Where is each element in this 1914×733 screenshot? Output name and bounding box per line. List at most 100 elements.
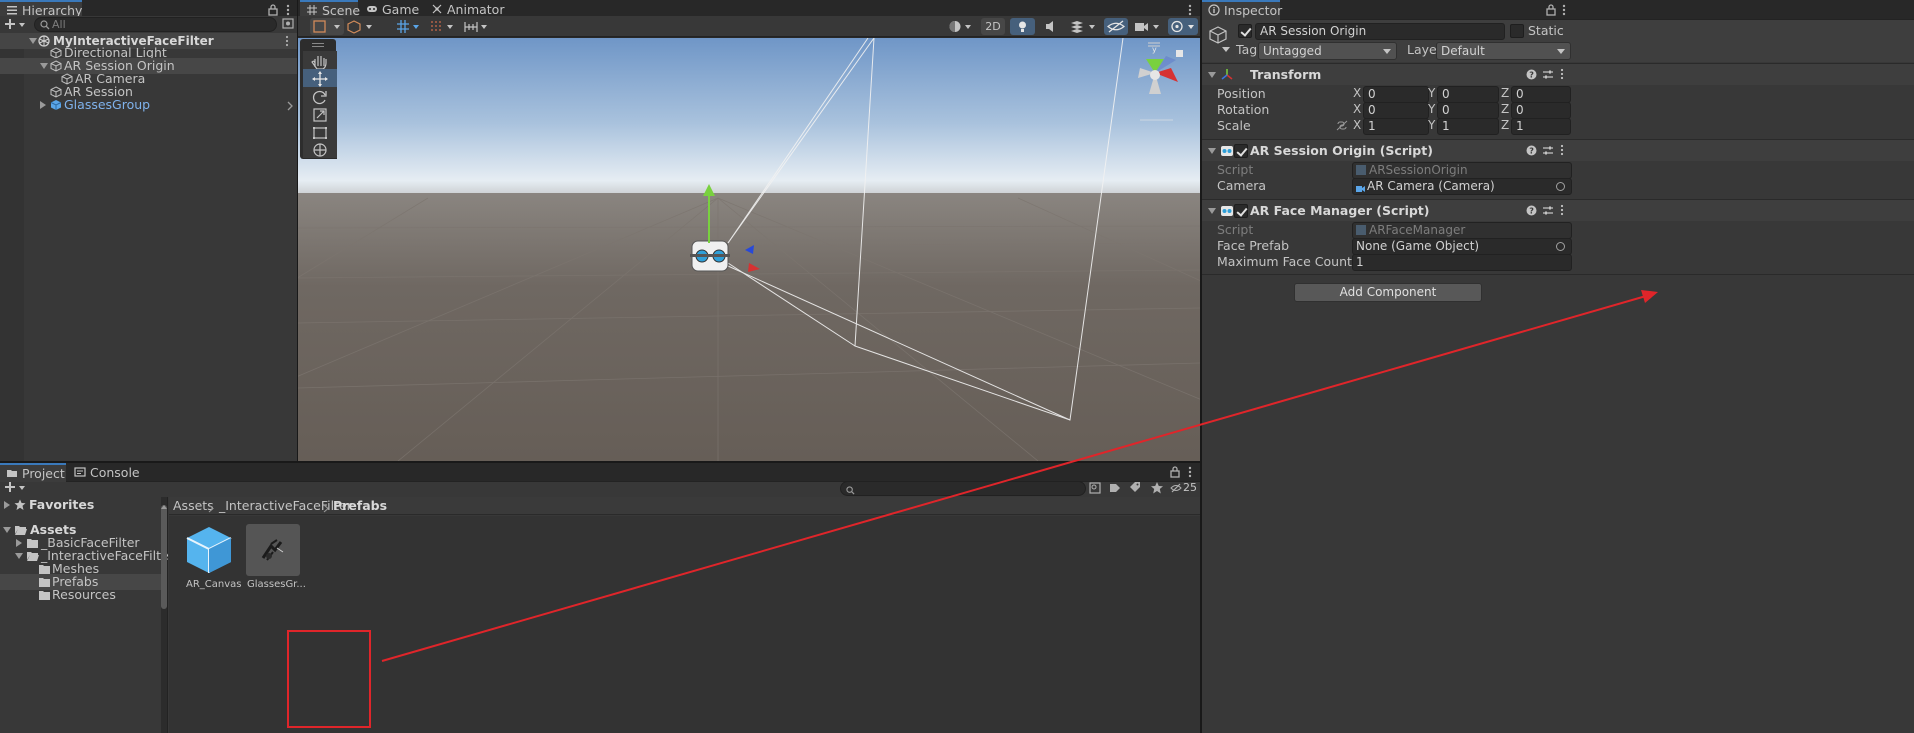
collapse-arrow-icon[interactable] <box>40 101 46 109</box>
camera-field[interactable]: AR Camera (Camera) <box>1352 178 1572 195</box>
rotate-tool-button[interactable] <box>303 87 337 107</box>
tree-scrollbar[interactable] <box>161 497 167 733</box>
scene-visibility-toggle[interactable] <box>1104 18 1128 35</box>
position-x-field[interactable]: 0 <box>1363 86 1429 103</box>
lock-icon[interactable] <box>1544 3 1558 17</box>
component-menu-icon[interactable] <box>1558 204 1566 216</box>
increment-snap-dropdown[interactable] <box>428 18 458 35</box>
asset-glasses-group[interactable]: GlassesGr... <box>246 524 306 590</box>
render-mode-dropdown[interactable] <box>946 18 976 35</box>
component-menu-icon[interactable] <box>1558 144 1566 156</box>
create-button[interactable] <box>4 17 26 31</box>
tag-dropdown[interactable]: Untagged <box>1258 42 1397 60</box>
more-options-icon[interactable] <box>1183 3 1197 17</box>
lighting-toggle[interactable] <box>1010 18 1035 35</box>
scene-viewport[interactable]: y <box>298 38 1200 461</box>
palette-handle[interactable] <box>312 43 324 47</box>
hierarchy-item-glasses-group[interactable]: GlassesGroup <box>0 97 297 113</box>
expand-arrow-icon[interactable] <box>1208 72 1216 78</box>
camera-settings-dropdown[interactable] <box>1132 18 1164 35</box>
max-face-count-label: Maximum Face Count <box>1217 254 1352 269</box>
scale-y-field[interactable]: 1 <box>1437 118 1499 135</box>
toggle-2d-button[interactable]: 2D <box>981 18 1005 35</box>
shading-dropdown[interactable] <box>346 18 376 35</box>
component-enabled-checkbox[interactable] <box>1234 144 1248 158</box>
scene-panel: Scene Game Animator 2D y <box>298 0 1200 461</box>
tag-icon[interactable] <box>1128 481 1142 495</box>
position-z-field[interactable]: 0 <box>1511 86 1571 103</box>
hand-tool-button[interactable] <box>303 51 337 71</box>
transform-header[interactable]: Transform ? <box>1202 63 1914 85</box>
lock-icon[interactable] <box>266 3 280 17</box>
audio-toggle[interactable] <box>1040 18 1064 35</box>
ar-session-origin-header[interactable]: AR Session Origin (Script) ? <box>1202 139 1914 161</box>
asset-ar-canvas[interactable]: AR_Canvas <box>179 524 242 590</box>
object-picker-icon[interactable] <box>1556 242 1565 251</box>
draw-mode-dropdown[interactable] <box>310 18 344 35</box>
help-icon[interactable]: ? <box>1526 69 1537 80</box>
scene-visibility-icon[interactable] <box>281 17 295 31</box>
static-checkbox[interactable] <box>1510 24 1524 38</box>
favorite-star-icon[interactable] <box>1150 481 1164 495</box>
preset-icon[interactable] <box>1542 205 1554 216</box>
icon-dropdown-caret[interactable] <box>1222 42 1230 52</box>
ar-face-manager-header[interactable]: AR Face Manager (Script) ? <box>1202 199 1914 221</box>
effects-dropdown[interactable] <box>1068 18 1100 35</box>
search-by-label-icon[interactable] <box>1108 481 1122 495</box>
move-tool-button[interactable] <box>303 69 337 89</box>
preset-icon[interactable] <box>1542 145 1554 156</box>
max-face-count-field[interactable]: 1 <box>1352 254 1572 271</box>
tab-inspector[interactable]: Inspector <box>1202 0 1282 20</box>
transform-tool-button[interactable] <box>303 141 337 159</box>
open-prefab-chevron-icon[interactable] <box>286 100 294 111</box>
project-search-input[interactable] <box>840 481 1086 496</box>
expand-arrow-icon[interactable] <box>3 527 11 533</box>
object-picker-icon[interactable] <box>1556 182 1565 191</box>
more-options-icon[interactable] <box>1183 465 1197 479</box>
script-label: Script <box>1217 162 1254 177</box>
more-options-icon[interactable] <box>1557 3 1571 17</box>
rotation-y-field[interactable]: 0 <box>1437 102 1499 119</box>
tree-scroll-up-arrow-icon[interactable] <box>161 499 167 509</box>
active-checkbox[interactable] <box>1238 24 1252 38</box>
collapse-arrow-icon[interactable] <box>16 539 22 547</box>
gizmos-dropdown[interactable] <box>1168 18 1198 35</box>
object-name-field[interactable]: AR Session Origin <box>1255 23 1505 40</box>
grid-snapping-dropdown[interactable] <box>394 18 424 35</box>
ruler-dropdown[interactable] <box>462 18 492 35</box>
component-enabled-checkbox[interactable] <box>1234 204 1248 218</box>
expand-arrow-icon[interactable] <box>29 38 37 44</box>
add-component-button[interactable]: Add Component <box>1294 283 1482 302</box>
create-asset-button[interactable] <box>4 480 26 494</box>
expand-arrow-icon[interactable] <box>40 63 48 69</box>
scale-tool-button[interactable] <box>303 105 337 125</box>
help-icon[interactable]: ? <box>1526 205 1537 216</box>
rotation-x-field[interactable]: 0 <box>1363 102 1429 119</box>
rotation-z-field[interactable]: 0 <box>1511 102 1571 119</box>
help-icon[interactable]: ? <box>1526 145 1537 156</box>
breadcrumb-item[interactable]: _InteractiveFaceFilter <box>219 498 352 514</box>
constrain-proportions-icon[interactable] <box>1336 120 1348 131</box>
position-y-field[interactable]: 0 <box>1437 86 1499 103</box>
scale-z-field[interactable]: 1 <box>1511 118 1571 135</box>
preset-icon[interactable] <box>1542 69 1554 80</box>
hidden-packages-toggle[interactable]: 25 <box>1170 480 1198 496</box>
lock-icon[interactable] <box>1168 465 1182 479</box>
ar-camera-gizmo[interactable] <box>690 240 730 272</box>
more-options-icon[interactable] <box>281 3 295 17</box>
tree-scrollbar-thumb[interactable] <box>161 505 167 609</box>
expand-arrow-icon[interactable] <box>1208 148 1216 154</box>
favorites-row[interactable]: Favorites <box>0 497 167 513</box>
layer-dropdown[interactable]: Default <box>1436 42 1571 60</box>
component-menu-icon[interactable] <box>1558 68 1566 80</box>
rect-tool-button[interactable] <box>303 123 337 143</box>
hierarchy-search-input[interactable]: All <box>34 17 277 32</box>
collapse-arrow-icon[interactable] <box>4 501 10 509</box>
expand-arrow-icon[interactable] <box>15 553 23 559</box>
expand-arrow-icon[interactable] <box>1208 208 1216 214</box>
project-tree-resources[interactable]: Resources <box>0 587 167 603</box>
face-prefab-field[interactable]: None (Game Object) <box>1352 238 1572 255</box>
search-by-type-icon[interactable] <box>1088 481 1102 495</box>
breadcrumb-item-current[interactable]: Prefabs <box>333 498 387 514</box>
scale-x-field[interactable]: 1 <box>1363 118 1429 135</box>
